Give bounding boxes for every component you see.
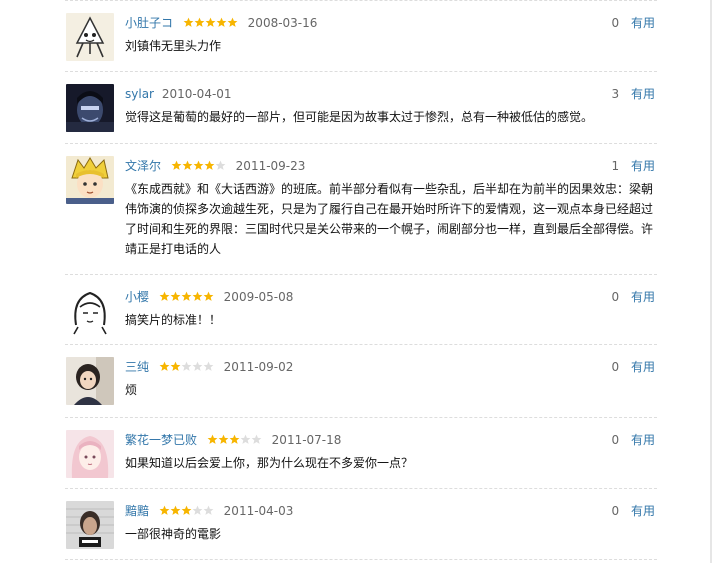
useful-count: 0 [611,16,620,30]
comment-text: 搞笑片的标准！！ [125,313,222,327]
star-icon [170,291,181,301]
star-icon [181,291,192,301]
star-icon [216,17,227,27]
comment-text: 如果知道以后会爱上你，那为什么现在不多爱你一点？ [125,456,414,470]
rating-stars-graphic [207,434,262,444]
star-icon [192,505,203,515]
mugshot-avatar[interactable] [66,501,114,549]
useful-count: 3 [611,87,620,101]
useful-count: 0 [611,504,620,518]
sketch-girl-avatar[interactable] [66,287,114,335]
star-icon [215,160,226,170]
comment-text: 觉得这是葡萄的最好的一部片，但可能是因为故事太过于惨烈，总有一种被低估的感觉。 [125,110,594,124]
comment-username[interactable]: 黯黯 [125,504,149,518]
rating-stars [183,17,238,28]
pink-anime-avatar[interactable] [66,430,114,478]
star-icon [203,291,214,301]
rating-stars [159,291,214,302]
comment-text: 《东成西就》和《大话西游》的班底。前半部分看似有一些杂乱，后半却在为前半的因果效… [125,182,654,256]
rating-stars [171,160,226,171]
comment-date: 2009-05-08 [223,290,294,304]
comment-text: 刘镇伟无里头力作 [125,39,222,53]
star-icon [193,160,204,170]
star-icon [251,434,262,444]
comment-text: 一部很神奇的電影 [125,527,222,541]
villain-portrait-avatar[interactable] [66,84,114,132]
star-icon [181,505,192,515]
star-icon [203,505,214,515]
star-icon [192,291,203,301]
comment-username[interactable]: sylar [125,87,154,101]
rating-stars [159,505,214,516]
star-icon [218,434,229,444]
comment-username[interactable]: 文泽尔 [125,159,161,173]
useful-count: 0 [611,360,620,374]
rating-stars-graphic [183,17,238,27]
star-icon [194,17,205,27]
villain-portrait-icon [66,84,114,132]
star-icon [171,160,182,170]
comment-date: 2008-03-16 [247,16,318,30]
rating-stars-graphic [159,505,214,515]
cartoon-character-avatar[interactable] [66,13,114,61]
comment-username[interactable]: 小肚子コ [125,16,173,30]
star-icon [227,17,238,27]
comment-username[interactable]: 三纯 [125,360,149,374]
comment-date: 2011-04-03 [223,504,294,518]
comment-item: 黯黯 2011-04-03 0 有用 一部很神奇的電影 [65,489,657,560]
cartoon-character-icon [66,13,114,61]
star-icon [159,361,170,371]
comment-date: 2011-09-23 [235,159,306,173]
comment-item: 文泽尔 2011-09-23 1 有用 《东成西就》和《大话西游》的班底。前半部… [65,144,657,275]
useful-count: 0 [611,433,620,447]
comment-username[interactable]: 小樱 [125,290,149,304]
star-icon [240,434,251,444]
rating-stars [159,361,214,372]
star-icon [170,361,181,371]
rating-stars [207,434,262,445]
rating-stars-graphic [159,361,214,371]
comment-date: 2011-07-18 [271,433,342,447]
comment-item: 小樱 2009-05-08 0 有用 搞笑片的标准！！ [65,275,657,345]
mugshot-icon [66,501,114,549]
comment-list: 小肚子コ 2008-03-16 0 有用 刘镇伟无里头力作 sylar 2010… [65,0,657,560]
star-icon [192,361,203,371]
star-icon [170,505,181,515]
useful-vote-button[interactable]: 有用 [631,87,655,101]
useful-vote-button[interactable]: 有用 [631,16,655,30]
rating-stars-graphic [159,291,214,301]
star-icon [207,434,218,444]
useful-vote-button[interactable]: 有用 [631,159,655,173]
comment-date: 2011-09-02 [223,360,294,374]
useful-vote-button[interactable]: 有用 [631,504,655,518]
comment-item: 小肚子コ 2008-03-16 0 有用 刘镇伟无里头力作 [65,0,657,72]
comment-username[interactable]: 繁花一梦已败 [125,433,197,447]
photo-girl-avatar[interactable] [66,357,114,405]
useful-count: 0 [611,290,620,304]
star-icon [204,160,215,170]
anime-blond-boy-avatar[interactable] [66,156,114,204]
useful-vote-button[interactable]: 有用 [631,290,655,304]
star-icon [182,160,193,170]
comment-item: 三纯 2011-09-02 0 有用 烦 [65,345,657,418]
star-icon [205,17,216,27]
comment-item: sylar 2010-04-01 3 有用 觉得这是葡萄的最好的一部片，但可能是… [65,72,657,144]
pink-anime-icon [66,430,114,478]
star-icon [203,361,214,371]
star-icon [159,505,170,515]
sketch-girl-icon [66,287,114,335]
star-icon [229,434,240,444]
useful-vote-button[interactable]: 有用 [631,433,655,447]
useful-vote-button[interactable]: 有用 [631,360,655,374]
rating-stars-graphic [171,160,226,170]
comment-date: 2010-04-01 [161,87,232,101]
star-icon [159,291,170,301]
comment-item: 繁花一梦已败 2011-07-18 0 有用 如果知道以后会爱上你，那为什么现在… [65,418,657,489]
useful-count: 1 [611,159,620,173]
star-icon [183,17,194,27]
anime-boy-icon [66,156,114,204]
comment-text: 烦 [125,383,138,397]
star-icon [181,361,192,371]
photo-girl-icon [66,357,114,405]
